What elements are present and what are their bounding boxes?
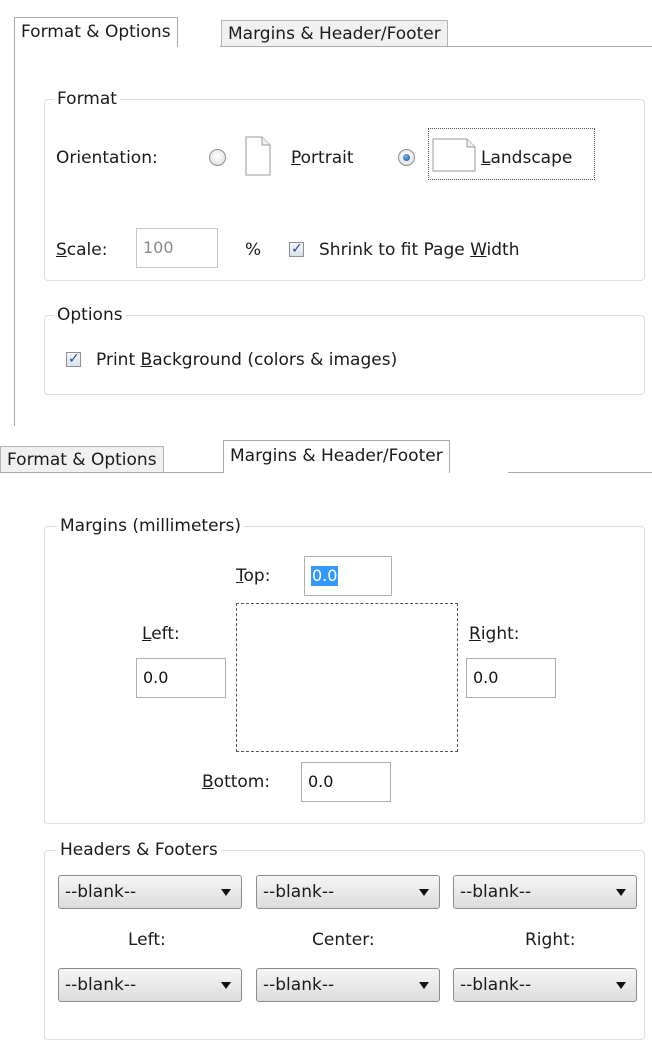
footer-center-dropdown[interactable]: --blank-- bbox=[256, 968, 440, 1002]
header-center-dropdown[interactable]: --blank-- bbox=[256, 875, 440, 909]
tab-margins-header-footer-2[interactable]: Margins & Header/Footer bbox=[223, 440, 450, 473]
footer-right-dropdown[interactable]: --blank-- bbox=[453, 968, 637, 1002]
shrink-part1: Shrink to fit Page bbox=[319, 240, 471, 260]
bottom-rest: ottom: bbox=[213, 772, 271, 792]
header-right-dropdown[interactable]: --blank-- bbox=[453, 875, 637, 909]
column-label-right: Right: bbox=[525, 930, 576, 950]
left-margin-input[interactable]: 0.0 bbox=[136, 658, 226, 698]
scale-mnemonic: S bbox=[56, 240, 67, 260]
left-margin-label: Left: bbox=[142, 624, 180, 644]
portrait-page-icon bbox=[245, 136, 271, 176]
tab-panel-top-border-2 bbox=[0, 472, 223, 473]
right-rest: ight: bbox=[480, 624, 520, 644]
print-bg-part1: Print bbox=[96, 350, 141, 370]
chevron-down-icon bbox=[221, 889, 231, 896]
shrink-mnemonic: W bbox=[470, 240, 487, 260]
header-right-value: --blank-- bbox=[460, 882, 532, 902]
footer-left-value: --blank-- bbox=[65, 975, 137, 995]
right-margin-label: Right: bbox=[469, 624, 520, 644]
chevron-down-icon bbox=[221, 982, 231, 989]
headers-footers-legend: Headers & Footers bbox=[57, 840, 221, 860]
margins-preview-box bbox=[236, 603, 458, 752]
top-margin-value: 0.0 bbox=[311, 566, 339, 586]
chevron-down-icon bbox=[616, 889, 626, 896]
print-bg-mnemonic: B bbox=[140, 350, 153, 370]
chevron-down-icon bbox=[419, 982, 429, 989]
top-margin-input[interactable]: 0.0 bbox=[304, 556, 392, 596]
bottom-margin-label: Bottom: bbox=[202, 772, 270, 792]
shrink-to-fit-label[interactable]: Shrink to fit Page Width bbox=[319, 240, 520, 260]
column-label-left: Left: bbox=[128, 930, 166, 950]
print-bg-part2: ackground (colors & images) bbox=[152, 350, 398, 370]
chevron-down-icon bbox=[616, 982, 626, 989]
top-mnemonic: T bbox=[236, 566, 244, 586]
landscape-label[interactable]: Landscape bbox=[481, 148, 572, 168]
left-mnemonic: L bbox=[142, 624, 152, 644]
footer-center-value: --blank-- bbox=[263, 975, 335, 995]
checkmark-icon: ✓ bbox=[291, 241, 303, 257]
column-label-center: Center: bbox=[312, 930, 375, 950]
margins-legend: Margins (millimeters) bbox=[57, 516, 245, 536]
landscape-page-icon bbox=[432, 138, 476, 172]
shrink-to-fit-checkbox[interactable]: ✓ bbox=[289, 241, 304, 257]
left-rest: eft: bbox=[151, 624, 180, 644]
top-margin-label: Top: bbox=[236, 566, 270, 586]
format-legend: Format bbox=[54, 89, 120, 109]
checkmark-icon: ✓ bbox=[68, 351, 80, 367]
landscape-rest: andscape bbox=[490, 148, 573, 168]
tab-panel-top-border-3 bbox=[508, 472, 652, 473]
tab-format-options-2[interactable]: Format & Options bbox=[0, 446, 164, 473]
chevron-down-icon bbox=[419, 889, 429, 896]
header-center-value: --blank-- bbox=[263, 882, 335, 902]
portrait-radio[interactable] bbox=[209, 149, 226, 166]
tab-margins-header-footer[interactable]: Margins & Header/Footer bbox=[221, 20, 448, 47]
right-margin-input[interactable]: 0.0 bbox=[466, 658, 556, 698]
right-mnemonic: R bbox=[469, 624, 481, 644]
scale-rest: cale: bbox=[66, 240, 108, 260]
footer-right-value: --blank-- bbox=[460, 975, 532, 995]
portrait-label[interactable]: Portrait bbox=[291, 148, 354, 168]
options-legend: Options bbox=[54, 305, 126, 325]
tab-panel-left-border bbox=[14, 46, 15, 426]
scale-input[interactable]: 100 bbox=[136, 228, 218, 268]
top-rest: op: bbox=[243, 566, 271, 586]
tab-panel-top-border bbox=[220, 46, 652, 47]
header-left-value: --blank-- bbox=[65, 882, 137, 902]
tab-format-options[interactable]: Format & Options bbox=[14, 17, 178, 47]
orientation-label: Orientation: bbox=[56, 148, 158, 168]
scale-label: Scale: bbox=[56, 240, 107, 260]
bottom-mnemonic: B bbox=[202, 772, 214, 792]
print-background-label[interactable]: Print Background (colors & images) bbox=[96, 350, 397, 370]
bottom-margin-input[interactable]: 0.0 bbox=[301, 762, 391, 802]
footer-left-dropdown[interactable]: --blank-- bbox=[58, 968, 242, 1002]
portrait-rest: ortrait bbox=[300, 148, 354, 168]
percent-label: % bbox=[245, 240, 262, 260]
landscape-radio[interactable] bbox=[398, 149, 415, 166]
header-left-dropdown[interactable]: --blank-- bbox=[58, 875, 242, 909]
shrink-part2: idth bbox=[486, 240, 520, 260]
print-background-checkbox[interactable]: ✓ bbox=[66, 351, 81, 367]
portrait-mnemonic: P bbox=[291, 148, 301, 168]
